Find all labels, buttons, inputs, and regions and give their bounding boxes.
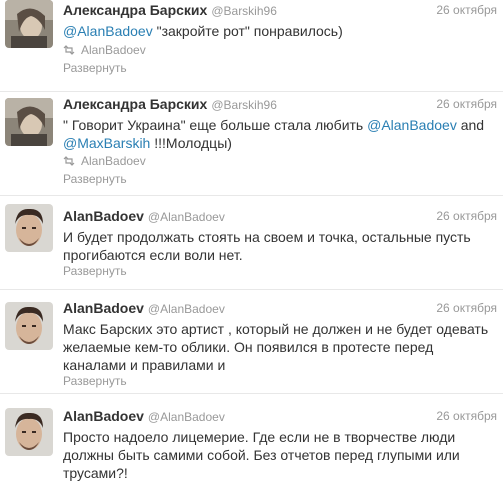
text-segment: and — [456, 117, 485, 133]
tweet-text: " Говорит Украина" еще больше стала люби… — [63, 116, 499, 152]
mention-link[interactable]: @MaxBarskih — [63, 135, 150, 151]
retweet-icon — [63, 45, 75, 55]
retweeted-by-name[interactable]: AlanBadoev — [81, 154, 146, 168]
tweet-date[interactable]: 26 октября — [436, 3, 497, 17]
author-name-text[interactable]: Александра Барских — [63, 2, 207, 18]
girl-avatar-icon — [5, 98, 53, 146]
text-segment: " Говорит Украина" еще больше стала люби… — [63, 117, 368, 133]
avatar[interactable] — [5, 0, 53, 48]
author-name[interactable]: AlanBadoev @AlanBadoev — [63, 408, 225, 424]
author-name-text[interactable]: AlanBadoev — [63, 208, 144, 224]
tweet-text: @AlanBadoev "закройте рот" понравилось) — [63, 22, 499, 40]
man-avatar-icon — [5, 204, 53, 252]
tweet-date[interactable]: 26 октября — [436, 209, 497, 223]
retweet-icon — [63, 156, 75, 166]
author-handle[interactable]: @AlanBadoev — [148, 302, 225, 316]
author-handle[interactable]: @Barskih96 — [211, 98, 277, 112]
retweeted-by[interactable]: AlanBadoev — [63, 154, 146, 168]
retweeted-by[interactable]: AlanBadoev — [63, 43, 146, 57]
tweet[interactable]: AlanBadoev @AlanBadoev 26 октября И будет… — [0, 196, 503, 290]
mention-link[interactable]: @AlanBadoev — [63, 23, 153, 39]
man-avatar-icon — [5, 302, 53, 350]
author-name[interactable]: Александра Барских @Barskih96 — [63, 96, 277, 112]
tweet-date[interactable]: 26 октября — [436, 97, 497, 111]
tweet[interactable]: Александра Барских @Barskih96 26 октября … — [0, 0, 503, 92]
author-handle[interactable]: @AlanBadoev — [148, 410, 225, 424]
author-name[interactable]: Александра Барских @Barskih96 — [63, 2, 277, 18]
author-name-text[interactable]: AlanBadoev — [63, 300, 144, 316]
avatar[interactable] — [5, 98, 53, 146]
text-segment: !!!Молодцы) — [150, 135, 232, 151]
mention-link[interactable]: @AlanBadoev — [367, 117, 457, 133]
author-name-text[interactable]: AlanBadoev — [63, 408, 144, 424]
author-name-text[interactable]: Александра Барских — [63, 96, 207, 112]
author-name[interactable]: AlanBadoev @AlanBadoev — [63, 208, 225, 224]
expand-link[interactable]: Развернуть — [63, 374, 127, 388]
tweet-date[interactable]: 26 октября — [436, 301, 497, 315]
author-name[interactable]: AlanBadoev @AlanBadoev — [63, 300, 225, 316]
tweet[interactable]: AlanBadoev @AlanBadoev 26 октября Просто … — [0, 394, 503, 481]
expand-link[interactable]: Развернуть — [63, 172, 127, 186]
tweet-text: Просто надоело лицемерие. Где если не в … — [63, 429, 460, 481]
girl-avatar-icon — [5, 0, 53, 48]
author-handle[interactable]: @Barskih96 — [211, 4, 277, 18]
expand-link[interactable]: Развернуть — [63, 61, 127, 75]
avatar[interactable] — [5, 302, 53, 350]
text-segment: "закройте рот" понравилось) — [152, 23, 343, 39]
avatar[interactable] — [5, 408, 53, 456]
avatar[interactable] — [5, 204, 53, 252]
author-handle[interactable]: @AlanBadoev — [148, 210, 225, 224]
tweet[interactable]: AlanBadoev @AlanBadoev 26 октября Макс Ба… — [0, 290, 503, 394]
tweet-date[interactable]: 26 октября — [436, 409, 497, 423]
tweet-text: Макс Барских это артист , который не дол… — [63, 321, 489, 373]
retweeted-by-name[interactable]: AlanBadoev — [81, 43, 146, 57]
tweet[interactable]: Александра Барских @Barskih96 26 октября … — [0, 92, 503, 196]
expand-link[interactable]: Развернуть — [63, 264, 127, 278]
tweet-text: И будет продолжать стоять на своем и точ… — [63, 229, 471, 263]
man-avatar-icon — [5, 408, 53, 456]
